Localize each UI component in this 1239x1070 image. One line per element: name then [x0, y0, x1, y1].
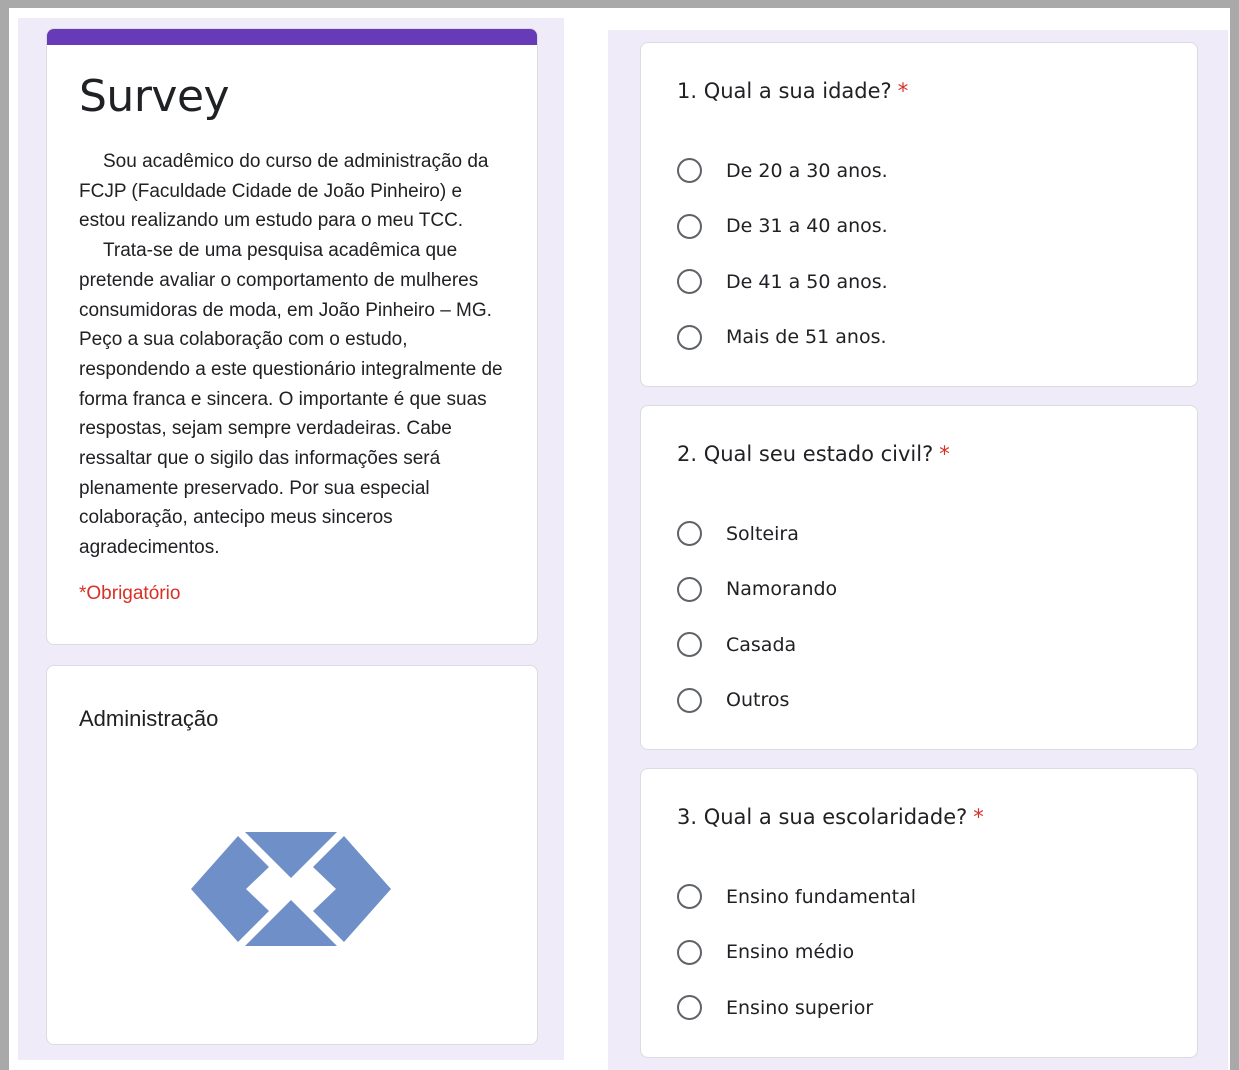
radio-option-label[interactable]: Mais de 51 anos. [726, 326, 887, 348]
question-title: 1. Qual a sua idade? * [677, 79, 908, 103]
radio-option[interactable]: De 41 a 50 anos. [677, 254, 888, 310]
radio-button[interactable] [677, 632, 702, 658]
radio-group-education: Ensino fundamental Ensino médio Ensino s… [677, 869, 916, 1036]
radio-option-label[interactable]: Outros [726, 689, 789, 711]
radio-option[interactable]: Namorando [677, 562, 837, 618]
section-title: Administração [79, 706, 219, 731]
radio-option[interactable]: Ensino superior [677, 980, 916, 1036]
header-accent-bar [47, 29, 537, 45]
radio-option-label[interactable]: Solteira [726, 523, 799, 545]
form-description-paragraph: Sou acadêmico do curso de administração … [79, 151, 489, 232]
form-title: Survey [79, 71, 230, 122]
radio-option-label[interactable]: De 20 a 30 anos. [726, 160, 888, 182]
radio-button[interactable] [677, 158, 702, 184]
radio-option[interactable]: De 31 a 40 anos. [677, 199, 888, 255]
question-title-text: 1. Qual a sua idade? [677, 79, 892, 103]
radio-option-label[interactable]: Ensino médio [726, 941, 854, 963]
radio-button[interactable] [677, 939, 702, 965]
logo-right-chevron [313, 836, 391, 942]
radio-button[interactable] [677, 687, 702, 713]
radio-button[interactable] [677, 884, 702, 910]
form-description-paragraph: Trata-se de uma pesquisa acadêmica que p… [79, 240, 503, 559]
question-title-text: 3. Qual a sua escolaridade? [677, 805, 968, 829]
question-title-text: 2. Qual seu estado civil? [677, 442, 934, 466]
radio-button[interactable] [677, 576, 702, 602]
radio-button[interactable] [677, 213, 702, 239]
question-card-education: 3. Qual a sua escolaridade? * Ensino fund… [640, 768, 1198, 1058]
radio-option-label[interactable]: Ensino fundamental [726, 886, 916, 908]
radio-option-label[interactable]: De 31 a 40 anos. [726, 215, 888, 237]
radio-group-marital-status: Solteira Namorando Casada Outros [677, 506, 837, 728]
form-header-card: Survey Sou acadêmico do curso de adminis… [46, 28, 538, 645]
required-asterisk: * [939, 442, 950, 466]
required-note: *Obrigatório [79, 583, 181, 604]
required-asterisk: * [973, 805, 984, 829]
logo-left-chevron [191, 836, 269, 942]
section-card: Administração [46, 665, 538, 1045]
radio-option[interactable]: Casada [677, 617, 837, 673]
radio-option-label[interactable]: Ensino superior [726, 997, 873, 1019]
radio-option-label[interactable]: Namorando [726, 578, 837, 600]
radio-option[interactable]: De 20 a 30 anos. [677, 143, 888, 199]
radio-option-label[interactable]: Casada [726, 634, 796, 656]
radio-button[interactable] [677, 521, 702, 547]
diamond-chevrons-logo-icon [191, 832, 391, 946]
question-card-age: 1. Qual a sua idade? * De 20 a 30 anos. D… [640, 42, 1198, 387]
required-asterisk: * [897, 79, 909, 103]
radio-option[interactable]: Solteira [677, 506, 837, 562]
question-card-marital-status: 2. Qual seu estado civil? * Solteira Namo… [640, 405, 1198, 750]
radio-option[interactable]: Outros [677, 673, 837, 729]
question-title: 2. Qual seu estado civil? * [677, 442, 950, 466]
radio-button[interactable] [677, 324, 702, 350]
radio-option[interactable]: Ensino médio [677, 925, 916, 981]
radio-group-age: De 20 a 30 anos. De 31 a 40 anos. De 41 … [677, 143, 888, 365]
question-title: 3. Qual a sua escolaridade? * [677, 805, 984, 829]
radio-option[interactable]: Mais de 51 anos. [677, 310, 888, 366]
form-description: Sou acadêmico do curso de administração … [79, 147, 509, 563]
radio-button[interactable] [677, 269, 702, 295]
radio-option-label[interactable]: De 41 a 50 anos. [726, 271, 888, 293]
radio-button[interactable] [677, 995, 702, 1021]
radio-option[interactable]: Ensino fundamental [677, 869, 916, 925]
